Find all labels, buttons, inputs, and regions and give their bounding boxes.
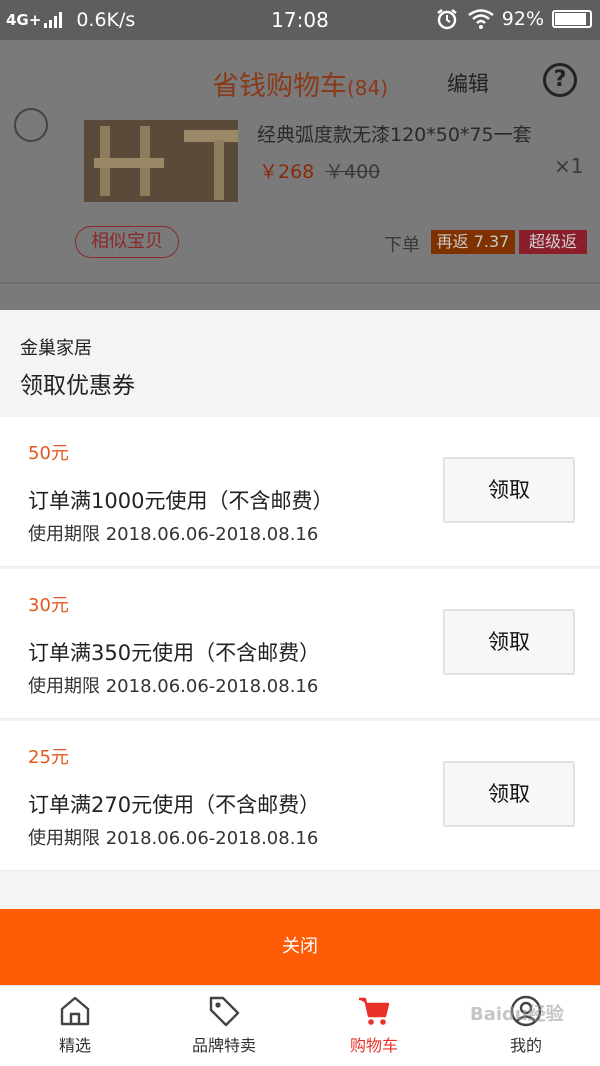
divider bbox=[0, 282, 600, 284]
claim-coupon-button[interactable]: 领取 bbox=[443, 457, 575, 523]
coupon-condition: 订单满350元使用（不含邮费） bbox=[28, 641, 321, 665]
tab-label: 精选 bbox=[58, 1036, 91, 1055]
coupon-amount: 25元 bbox=[28, 747, 69, 768]
coupon-condition: 订单满270元使用（不含邮费） bbox=[28, 793, 321, 817]
coupon-sheet-header: 金巢家居 领取优惠券 bbox=[0, 310, 600, 417]
item-select-checkbox[interactable] bbox=[14, 108, 48, 142]
tab-cart[interactable]: 购物车 bbox=[314, 994, 434, 1056]
close-button[interactable]: 关闭 bbox=[0, 909, 600, 985]
coupon-amount: 50元 bbox=[28, 443, 69, 464]
coupon-condition: 订单满1000元使用（不含邮费） bbox=[28, 489, 334, 513]
help-icon[interactable]: ? bbox=[543, 63, 577, 97]
tab-label: 我的 bbox=[509, 1036, 542, 1055]
status-bar: 4G+ 0.6K/s 17:08 92% bbox=[0, 0, 600, 40]
coupon-validity: 使用期限 2018.06.06-2018.08.16 bbox=[28, 676, 319, 697]
product-quantity: ×1 bbox=[554, 154, 584, 178]
battery-icon bbox=[552, 10, 592, 28]
product-name[interactable]: 经典弧度款无漆120*50*75一套 bbox=[257, 120, 532, 147]
coupon-amount: 30元 bbox=[28, 595, 69, 616]
coupon-item: 25元 订单满270元使用（不含邮费） 使用期限 2018.06.06-2018… bbox=[0, 721, 600, 871]
cart-header: 省钱购物车(84) 编辑 ? bbox=[0, 40, 600, 120]
tab-brand-sale[interactable]: 品牌特卖 bbox=[164, 994, 284, 1056]
rebate-badge: 再返 7.37 bbox=[431, 230, 515, 254]
claim-coupon-button[interactable]: 领取 bbox=[443, 761, 575, 827]
product-old-price: ￥400 bbox=[325, 161, 381, 183]
similar-items-button[interactable]: 相似宝贝 bbox=[75, 226, 179, 258]
product-image[interactable] bbox=[84, 120, 238, 202]
tab-label: 购物车 bbox=[349, 1036, 398, 1055]
claim-coupon-button[interactable]: 领取 bbox=[443, 609, 575, 675]
coupon-item: 30元 订单满350元使用（不含邮费） 使用期限 2018.06.06-2018… bbox=[0, 569, 600, 719]
coupon-sheet-title: 领取优惠券 bbox=[20, 373, 135, 399]
tab-featured[interactable]: 精选 bbox=[15, 994, 135, 1056]
battery-percent: 92% bbox=[501, 8, 544, 30]
coupon-item: 50元 订单满1000元使用（不含邮费） 使用期限 2018.06.06-201… bbox=[0, 417, 600, 567]
cart-icon bbox=[359, 997, 390, 1025]
coupon-validity: 使用期限 2018.06.06-2018.08.16 bbox=[28, 524, 319, 545]
alarm-icon bbox=[437, 9, 457, 30]
cart-count: (84) bbox=[346, 76, 389, 100]
tab-label: 品牌特卖 bbox=[191, 1036, 256, 1055]
wifi-icon bbox=[468, 9, 494, 29]
cart-title: 省钱购物车(84) bbox=[0, 64, 600, 103]
cart-background: 省钱购物车(84) 编辑 ? 经典弧度款无漆120*50*75一套 ￥268 ￥… bbox=[0, 40, 600, 310]
tag-icon bbox=[209, 996, 240, 1027]
order-label: 下单 bbox=[384, 235, 420, 256]
edit-button[interactable]: 编辑 bbox=[447, 68, 489, 98]
super-rebate-badge: 超级返 bbox=[519, 230, 587, 254]
watermark: Baidu经验 bbox=[470, 1004, 564, 1025]
coupon-sheet: 金巢家居 领取优惠券 50元 订单满1000元使用（不含邮费） 使用期限 201… bbox=[0, 310, 600, 984]
home-icon bbox=[60, 996, 90, 1026]
coupon-validity: 使用期限 2018.06.06-2018.08.16 bbox=[28, 828, 319, 849]
shop-name: 金巢家居 bbox=[20, 338, 92, 359]
product-price: ￥268 bbox=[259, 161, 315, 183]
cart-title-text: 省钱购物车 bbox=[211, 71, 347, 102]
